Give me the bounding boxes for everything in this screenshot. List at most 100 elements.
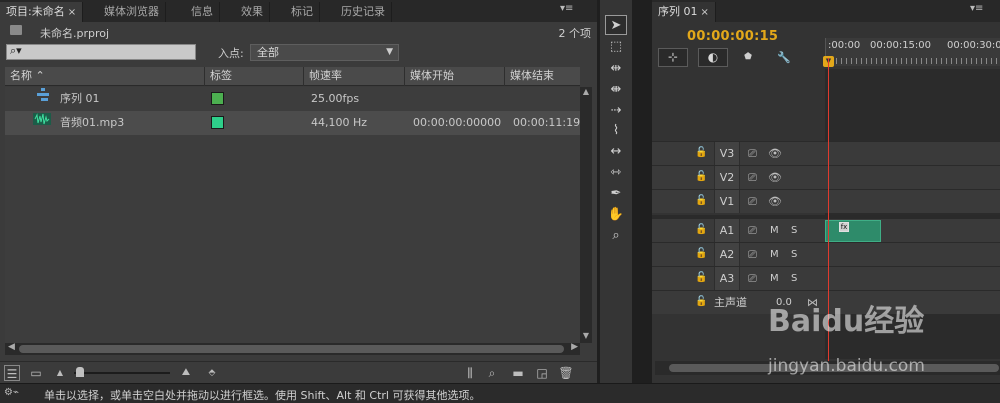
find-icon[interactable]: ⌕ [484,365,500,381]
label-swatch[interactable] [211,116,224,129]
list-view-icon[interactable]: ☰ [4,365,20,381]
tab-info[interactable]: 信息 [185,2,220,22]
panel-menu-icon[interactable]: ▾≡ [560,3,573,14]
track-name[interactable]: V3 [714,142,740,165]
search-input[interactable]: ⌕▾ [6,44,196,60]
tab-project[interactable]: 项目:未命名 × [0,2,84,22]
zoom-tool-icon[interactable]: ⌕ [605,226,627,246]
scroll-up-icon[interactable]: ▲ [580,87,592,99]
status-bar: ⚙⌁ 单击以选择，或单击空白处并拖动以进行框选。使用 Shift、Alt 和 C… [0,383,1000,403]
lock-icon[interactable]: 🔓 [695,224,707,235]
solo-button[interactable]: S [791,219,797,242]
track-header-v2[interactable]: 🔓 V2 ⎚ 👁 [652,165,825,189]
track-lane-a1[interactable]: fx [825,218,1000,242]
track-lane-a2[interactable] [825,242,1000,266]
eye-icon[interactable]: 👁 [768,195,782,208]
sort-icon[interactable]: ⬘ [204,365,220,381]
new-item-icon[interactable]: ◲ [534,365,550,381]
track-header-v1[interactable]: 🔓 V1 ⎚ 👁 [652,189,825,213]
track-name[interactable]: A2 [714,243,740,266]
mute-button[interactable]: M [770,243,779,266]
toggle-sync-lock-icon[interactable]: ⎚ [748,224,757,238]
track-header-a2[interactable]: 🔓 A2 ⎚ M S [652,242,825,266]
track-lane-v1[interactable] [825,189,1000,213]
toggle-sync-lock-icon[interactable]: ⎚ [748,147,757,161]
horizontal-scrollbar[interactable]: ◀ ▶ [5,342,580,355]
zoom-slider[interactable] [74,372,170,374]
trash-icon[interactable]: 🗑 [558,365,574,381]
column-media-end[interactable]: 媒体结束 [505,67,580,86]
automate-to-sequence-icon[interactable]: ⫼ [462,365,478,381]
track-header-a1[interactable]: 🔓 A1 ⎚ M S [652,218,825,242]
nest-sequence-icon[interactable]: ⊹ [658,48,688,67]
hand-tool-icon[interactable]: ✋ [605,205,627,225]
new-bin-icon[interactable]: ▬ [510,365,526,381]
playhead-timecode[interactable]: 00:00:00:15 [687,29,778,44]
wrench-icon[interactable]: 🔧 [774,48,794,67]
zoom-out-icon[interactable]: ▲ [52,365,68,381]
add-marker-icon[interactable]: ⬟ [738,48,758,67]
list-item[interactable]: 音频01.mp3 44,100 Hz 00:00:00:00000 00:00:… [5,111,580,135]
toggle-sync-lock-icon[interactable]: ⎚ [748,248,757,262]
track-name[interactable]: V2 [714,166,740,189]
track-header-a3[interactable]: 🔓 A3 ⎚ M S [652,266,825,290]
tab-history[interactable]: 历史记录 [335,2,392,22]
razor-tool-icon[interactable]: ⌇ [605,121,627,141]
tab-media-browser[interactable]: 媒体浏览器 [98,2,166,22]
panel-menu-icon[interactable]: ▾≡ [970,3,983,14]
icon-view-icon[interactable]: ▭ [28,365,44,381]
eye-icon[interactable]: 👁 [768,147,782,160]
track-header-v3[interactable]: 🔓 V3 ⎚ 👁 [652,141,825,165]
lock-icon[interactable]: 🔓 [695,171,707,182]
lock-icon[interactable]: 🔓 [695,296,707,307]
list-item[interactable]: 序列 01 25.00fps [5,87,580,111]
zoom-slider-handle[interactable] [76,367,84,377]
label-swatch[interactable] [211,92,224,105]
inpoint-dropdown[interactable]: 全部 ▼ [250,44,399,61]
tab-sequence[interactable]: 序列 01 × [652,2,716,22]
close-icon[interactable]: × [701,7,709,18]
lock-icon[interactable]: 🔓 [695,248,707,259]
time-ruler[interactable]: :00:00 00:00:15:00 00:00:30:0 [825,38,1000,66]
lock-icon[interactable]: 🔓 [695,272,707,283]
scroll-thumb[interactable] [19,345,564,353]
column-frame-rate[interactable]: 帧速率 [304,67,405,86]
column-name[interactable]: 名称 ⌃ [5,67,205,86]
rolling-edit-tool-icon[interactable]: ⇼ [605,80,627,100]
track-lane-v2[interactable] [825,165,1000,189]
column-label[interactable]: 标签 [205,67,304,86]
mute-button[interactable]: M [770,219,779,242]
close-icon[interactable]: × [68,7,76,18]
track-name[interactable]: V1 [714,190,740,213]
scroll-right-icon[interactable]: ▶ [571,342,578,352]
track-select-tool-icon[interactable]: ⬚ [605,37,627,57]
column-media-start[interactable]: 媒体开始 [405,67,505,86]
solo-button[interactable]: S [791,267,797,290]
rate-stretch-tool-icon[interactable]: ⇢ [605,101,627,121]
lock-icon[interactable]: 🔓 [695,147,707,158]
tab-effects[interactable]: 效果 [235,2,270,22]
scroll-down-icon[interactable]: ▼ [580,331,592,343]
eye-icon[interactable]: 👁 [768,171,782,184]
track-name[interactable]: A3 [714,267,740,290]
zoom-in-icon[interactable]: ⛰ [178,365,194,381]
selection-tool-icon[interactable]: ➤ [605,15,627,35]
vertical-scrollbar[interactable]: ▲ ▼ [580,87,592,343]
slide-tool-icon[interactable]: ⇿ [605,163,627,183]
snap-icon[interactable]: ◐ [698,48,728,67]
lock-icon[interactable]: 🔓 [695,195,707,206]
toggle-sync-lock-icon[interactable]: ⎚ [748,195,757,209]
toggle-sync-lock-icon[interactable]: ⎚ [748,171,757,185]
audio-clip[interactable]: fx [825,220,881,242]
scroll-left-icon[interactable]: ◀ [8,342,15,352]
toggle-sync-lock-icon[interactable]: ⎚ [748,272,757,286]
track-lane-a3[interactable] [825,266,1000,290]
track-name[interactable]: A1 [714,219,740,242]
mute-button[interactable]: M [770,267,779,290]
slip-tool-icon[interactable]: ↔ [605,142,627,162]
track-lane-v3[interactable] [825,141,1000,165]
tab-markers[interactable]: 标记 [285,2,320,22]
ripple-edit-tool-icon[interactable]: ⇹ [605,59,627,79]
solo-button[interactable]: S [791,243,797,266]
pen-tool-icon[interactable]: ✒ [605,184,627,204]
